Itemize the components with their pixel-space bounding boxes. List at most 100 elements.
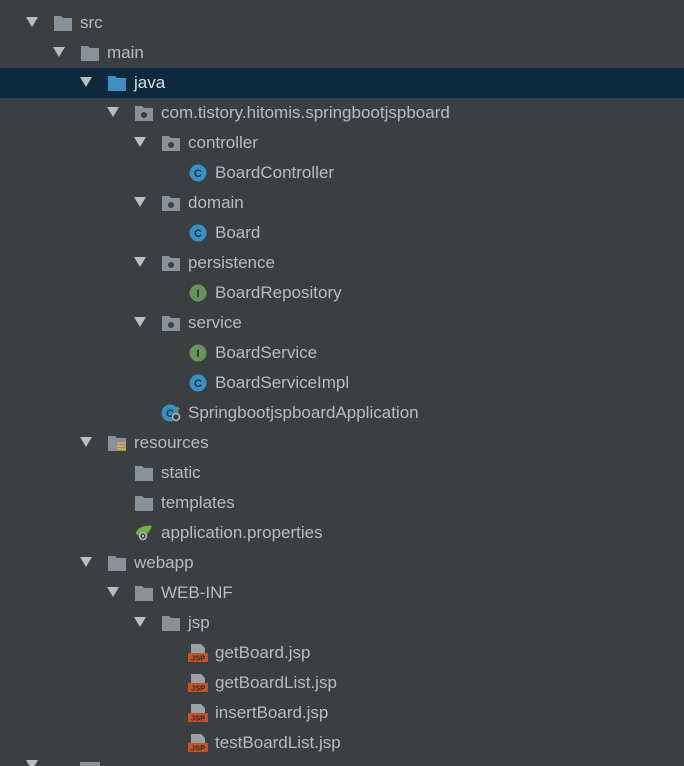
tree-node-label: src [80,13,103,32]
expand-arrow-icon [26,760,38,766]
expand-arrow-icon[interactable] [134,197,146,207]
package-icon [161,194,181,212]
tree-node-label: insertBoard.jsp [215,703,329,722]
tree-node-label: domain [188,193,244,212]
svg-text:JSP: JSP [191,714,205,723]
tree-node-label: WEB-INF [161,583,233,602]
tree-node-web-inf[interactable]: WEB-INF [0,578,684,608]
spring-properties-icon [134,524,154,542]
tree-node-resources[interactable]: resources [0,428,684,458]
tree-node-application-properties[interactable]: application.properties [0,518,684,548]
tree-node-label: BoardService [215,343,318,362]
svg-text:JSP: JSP [191,744,205,753]
svg-text:C: C [194,168,202,180]
tree-node-webapp[interactable]: webapp [0,548,684,578]
tree-node-label: BoardController [215,163,335,182]
tree-node-label: jsp [188,613,210,632]
tree-node-getboardlist-jsp[interactable]: JSP getBoardList.jsp [0,668,684,698]
svg-text:JSP: JSP [191,684,205,693]
svg-text:C: C [194,228,202,240]
tree-node-boardservice[interactable]: I BoardService [0,338,684,368]
tree-node-board[interactable]: C Board [0,218,684,248]
tree-node-springbootjspboardapplication[interactable]: C SpringbootjspboardApplication [0,398,684,428]
svg-text:JSP: JSP [191,654,205,663]
package-icon [161,134,181,152]
tree-node-label: main [107,43,144,62]
folder-icon [53,14,73,32]
folder-icon [161,614,181,632]
project-tree: src main java com.tistory.hitomis.spring… [0,0,684,766]
jsp-file-icon: JSP [188,734,208,753]
jsp-file-icon: JSP [188,704,208,723]
class-icon: C [188,224,208,242]
tree-node-com-tistory-hitomis-springbootjspboard[interactable]: com.tistory.hitomis.springbootjspboard [0,98,684,128]
tree-node-label: BoardServiceImpl [215,373,350,392]
expand-arrow-icon[interactable] [134,317,146,327]
tree-node-controller[interactable]: controller [0,128,684,158]
tree-node-boardrepository[interactable]: I BoardRepository [0,278,684,308]
tree-node-persistence[interactable]: persistence [0,248,684,278]
expand-arrow-icon[interactable] [107,107,119,117]
tree-node-label: static [161,463,201,482]
tree-node-label: java [134,73,166,92]
expand-arrow-icon[interactable] [80,437,92,447]
spring-boot-class-icon: C [161,404,181,422]
tree-node-label: Board [215,223,261,242]
tree-node-label: getBoardList.jsp [215,673,337,692]
svg-text:C: C [194,378,202,390]
jsp-file-icon: JSP [188,674,208,693]
package-icon [161,254,181,272]
expand-arrow-icon[interactable] [80,557,92,567]
tree-node-main[interactable]: main [0,38,684,68]
folder-icon [107,554,127,572]
package-icon [161,314,181,332]
tree-node-label: BoardRepository [215,283,342,302]
expand-arrow-icon[interactable] [134,617,146,627]
tree-node-label: persistence [188,253,275,272]
folder-icon [134,584,154,602]
tree-node-label: SpringbootjspboardApplication [188,403,419,422]
tree-node-insertboard-jsp[interactable]: JSP insertBoard.jsp [0,698,684,728]
expand-arrow-icon[interactable] [26,17,38,27]
tree-node-label: testBoardList.jsp [215,733,341,752]
tree-node-templates[interactable]: templates [0,488,684,518]
interface-icon: I [188,344,208,362]
expand-arrow-icon[interactable] [134,137,146,147]
expand-arrow-icon[interactable] [134,257,146,267]
expand-arrow-icon[interactable] [53,47,65,57]
expand-arrow-icon[interactable] [80,77,92,87]
tree-node-label: getBoard.jsp [215,643,311,662]
tree-node-label: webapp [134,553,194,572]
tree-node-boardcontroller[interactable]: C BoardController [0,158,684,188]
tree-node-label: application.properties [161,523,323,542]
resources-folder-icon [107,434,127,452]
tree-node-getboard-jsp[interactable]: JSP getBoard.jsp [0,638,684,668]
tree-node-partial [0,760,684,766]
tree-node-label: resources [134,433,209,452]
folder-icon [134,464,154,482]
tree-node-label: com.tistory.hitomis.springbootjspboard [161,103,450,122]
expand-arrow-icon[interactable] [107,587,119,597]
package-icon [134,104,154,122]
folder-icon [80,762,100,766]
jsp-file-icon: JSP [188,644,208,663]
tree-node-src[interactable]: src [0,8,684,38]
tree-node-label: templates [161,493,235,512]
tree-node-static[interactable]: static [0,458,684,488]
tree-node-java[interactable]: java [0,68,684,98]
tree-node-label: service [188,313,242,332]
folder-icon [134,494,154,512]
tree-node-service[interactable]: service [0,308,684,338]
svg-text:I: I [196,288,199,300]
class-icon: C [188,374,208,392]
tree-node-label: controller [188,133,258,152]
tree-node-domain[interactable]: domain [0,188,684,218]
svg-text:I: I [196,348,199,360]
source-folder-icon [107,74,127,92]
class-icon: C [188,164,208,182]
interface-icon: I [188,284,208,302]
tree-node-jsp[interactable]: jsp [0,608,684,638]
tree-node-testboardlist-jsp[interactable]: JSP testBoardList.jsp [0,728,684,758]
tree-node-boardserviceimpl[interactable]: C BoardServiceImpl [0,368,684,398]
folder-icon [80,44,100,62]
